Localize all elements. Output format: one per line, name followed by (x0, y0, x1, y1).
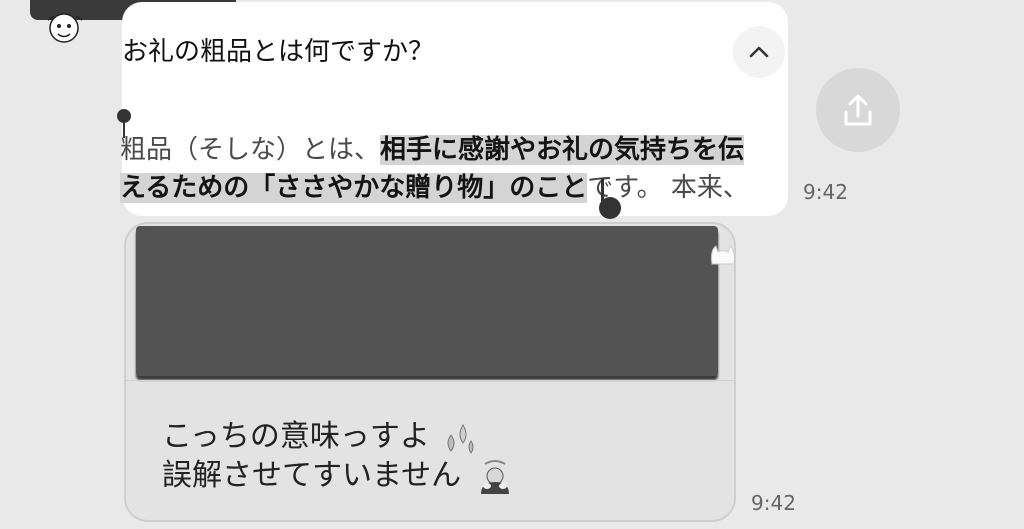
selection-end-handle[interactable] (595, 178, 625, 220)
answer-line-2: えるための「ささやかな贈り物」のことです。 本来、 (120, 168, 749, 208)
answer-line-1: 粗品（そしな）とは、相手に感謝やお礼の気持ちを伝 (120, 130, 745, 170)
sweat-droplets-icon (447, 423, 474, 454)
message-text: こっちの意味っすよ (162, 419, 430, 454)
collapse-button[interactable] (733, 26, 785, 78)
divider (124, 380, 736, 381)
redacted-image[interactable] (136, 226, 718, 376)
message-timestamp: 9:42 (751, 491, 796, 515)
message-line-2: 誤解させてすいません (162, 456, 515, 496)
message-text: 誤解させてすいません (162, 458, 462, 493)
message-timestamp: 9:42 (803, 180, 848, 204)
share-icon (844, 94, 872, 126)
question-title: お礼の粗品とは何ですか？ (122, 37, 435, 67)
bowing-person-icon (480, 459, 509, 494)
message-line-1: こっちの意味っすよ (162, 417, 479, 457)
selection-start-handle[interactable] (117, 108, 131, 138)
chevron-up-icon (749, 46, 769, 58)
answer-text-plain: 粗品（そしな）とは、 (120, 135, 381, 165)
avatar[interactable] (30, 8, 92, 48)
cat-sticker-icon (711, 245, 735, 265)
selected-text[interactable]: 相手に感謝やお礼の気持ちを伝 (380, 135, 745, 165)
share-button[interactable] (816, 68, 900, 152)
selected-text[interactable]: えるための「ささやかな贈り物」のこと (120, 173, 588, 203)
